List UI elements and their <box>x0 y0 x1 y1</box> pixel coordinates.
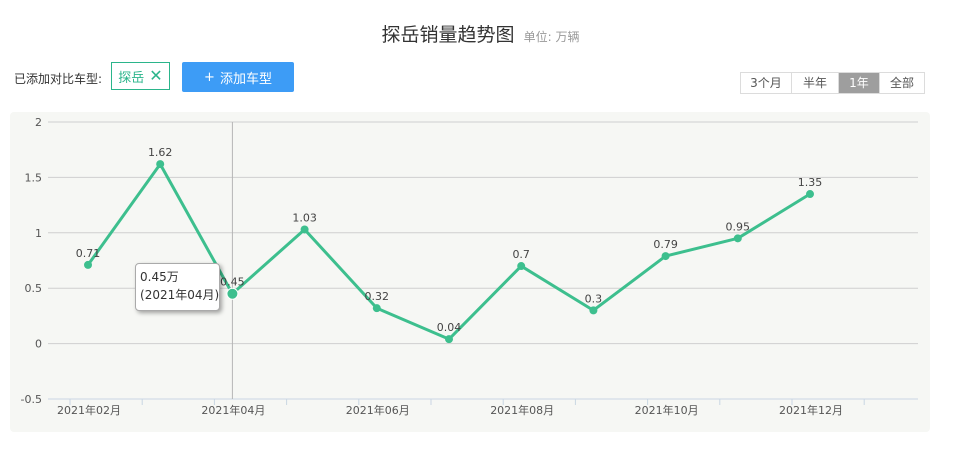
tooltip: 0.45万 2021年04月 <box>135 263 220 311</box>
data-label: 0.95 <box>726 220 751 233</box>
line-chart: -0.500.511.52 2021年02月 2021年04月 2021年06月 20… <box>21 116 918 417</box>
y-tick-label: 1.5 <box>25 171 43 184</box>
data-label: 0.3 <box>585 292 603 305</box>
data-points <box>84 160 814 344</box>
x-tick-label: 2021年08月 <box>490 403 554 417</box>
y-axis: -0.5 0 0.5 1 1.5 2 <box>21 116 42 406</box>
data-point <box>661 252 670 261</box>
y-tick-label: -0.5 <box>21 393 42 406</box>
series-line <box>86 162 811 341</box>
x-tick-label: 2021年02月 <box>57 403 121 417</box>
x-tick-label: 2021年04月 <box>201 403 265 417</box>
data-point <box>445 335 453 344</box>
data-point <box>156 160 165 169</box>
gridlines <box>48 121 918 400</box>
y-tick-label: 0 <box>35 338 42 351</box>
data-label: 1.35 <box>798 176 823 189</box>
data-point <box>589 306 598 315</box>
tooltip-value: 0.45万 <box>140 270 179 284</box>
tooltip-period: 2021年04月 <box>140 286 219 304</box>
data-label: 0.79 <box>653 238 678 251</box>
data-point <box>372 304 381 313</box>
x-axis: 2021年02月 2021年04月 2021年06月 2021年08月 2021年10月… <box>57 399 865 417</box>
data-label: 0.45 <box>220 276 245 289</box>
data-point <box>84 260 92 269</box>
y-tick-label: 0.5 <box>25 282 43 295</box>
data-point <box>733 234 742 243</box>
data-label: 0.04 <box>437 321 462 334</box>
x-tick-label: 2021年12月 <box>779 403 843 417</box>
x-tick-label: 2021年10月 <box>635 403 699 417</box>
data-point <box>517 262 526 271</box>
data-point <box>300 225 309 234</box>
data-label: 0.7 <box>512 248 530 261</box>
data-label: 0.32 <box>365 290 390 303</box>
data-point <box>806 190 814 199</box>
data-label: 1.62 <box>148 146 173 159</box>
data-point <box>226 287 239 300</box>
y-tick-label: 2 <box>35 116 42 129</box>
data-label: 1.03 <box>292 211 317 224</box>
y-tick-label: 1 <box>35 227 42 240</box>
x-tick-label: 2021年06月 <box>346 403 410 417</box>
data-label: 0.71 <box>76 247 101 260</box>
